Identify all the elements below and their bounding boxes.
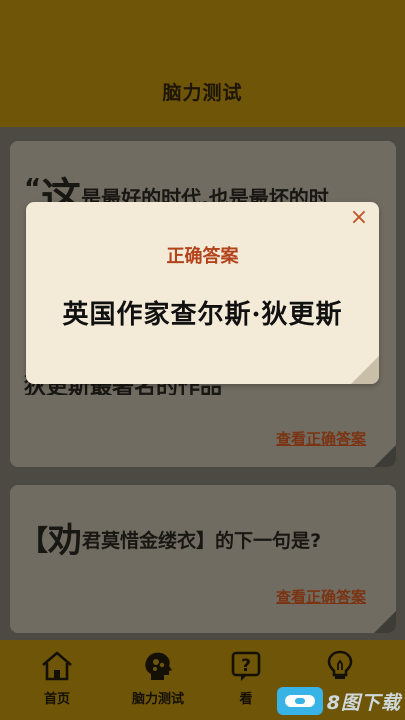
watermark: 8图下载 (276, 686, 401, 716)
view-answer-link[interactable]: 查看正确答案 (276, 586, 366, 607)
view-answer-link[interactable]: 查看正确答案 (276, 428, 366, 449)
question-card: 【劝君莫惜金缕衣】的下一句是? 查看正确答案 (10, 485, 396, 633)
watermark-logo-icon (276, 687, 323, 715)
close-bracket: 】 (196, 530, 216, 552)
riddle-big-char: 劝 (48, 521, 83, 561)
question-mark: ? (310, 530, 322, 552)
answer-modal: × 正确答案 英国作家查尔斯·狄更斯 (26, 202, 379, 384)
watermark-text: 8图下载 (326, 691, 401, 714)
tab-home[interactable]: 首页 (17, 650, 97, 707)
tab-view[interactable]: ? 看 (206, 650, 286, 707)
brain-head-icon (118, 650, 198, 682)
close-icon[interactable]: × (347, 206, 371, 230)
riddle-tail: 的下一句是 (215, 530, 311, 552)
app-header: 脑力测试 (0, 0, 405, 127)
question-text: 【劝君莫惜金缕衣】的下一句是? (20, 513, 321, 562)
page-fold-corner (374, 611, 396, 633)
question-box-icon: ? (206, 650, 286, 682)
home-icon (17, 650, 97, 682)
lightbulb-icon (300, 650, 380, 682)
tab-idea[interactable] (300, 650, 380, 688)
page-title: 脑力测试 (162, 82, 243, 104)
riddle-rest: 君莫惜金缕衣 (82, 530, 197, 552)
quote-open-mark: “ (24, 174, 42, 204)
answer-text: 英国作家查尔斯·狄更斯 (62, 300, 343, 330)
open-bracket: 【 (20, 524, 49, 557)
tab-brain-test[interactable]: 脑力测试 (118, 650, 198, 707)
svg-text:?: ? (241, 656, 251, 676)
page-fold-corner (351, 356, 379, 384)
tab-label: 首页 (43, 692, 70, 707)
tab-label: 看 (239, 692, 253, 707)
tab-label: 脑力测试 (131, 692, 184, 707)
modal-title: 正确答案 (166, 246, 239, 267)
page-fold-corner (374, 445, 396, 467)
